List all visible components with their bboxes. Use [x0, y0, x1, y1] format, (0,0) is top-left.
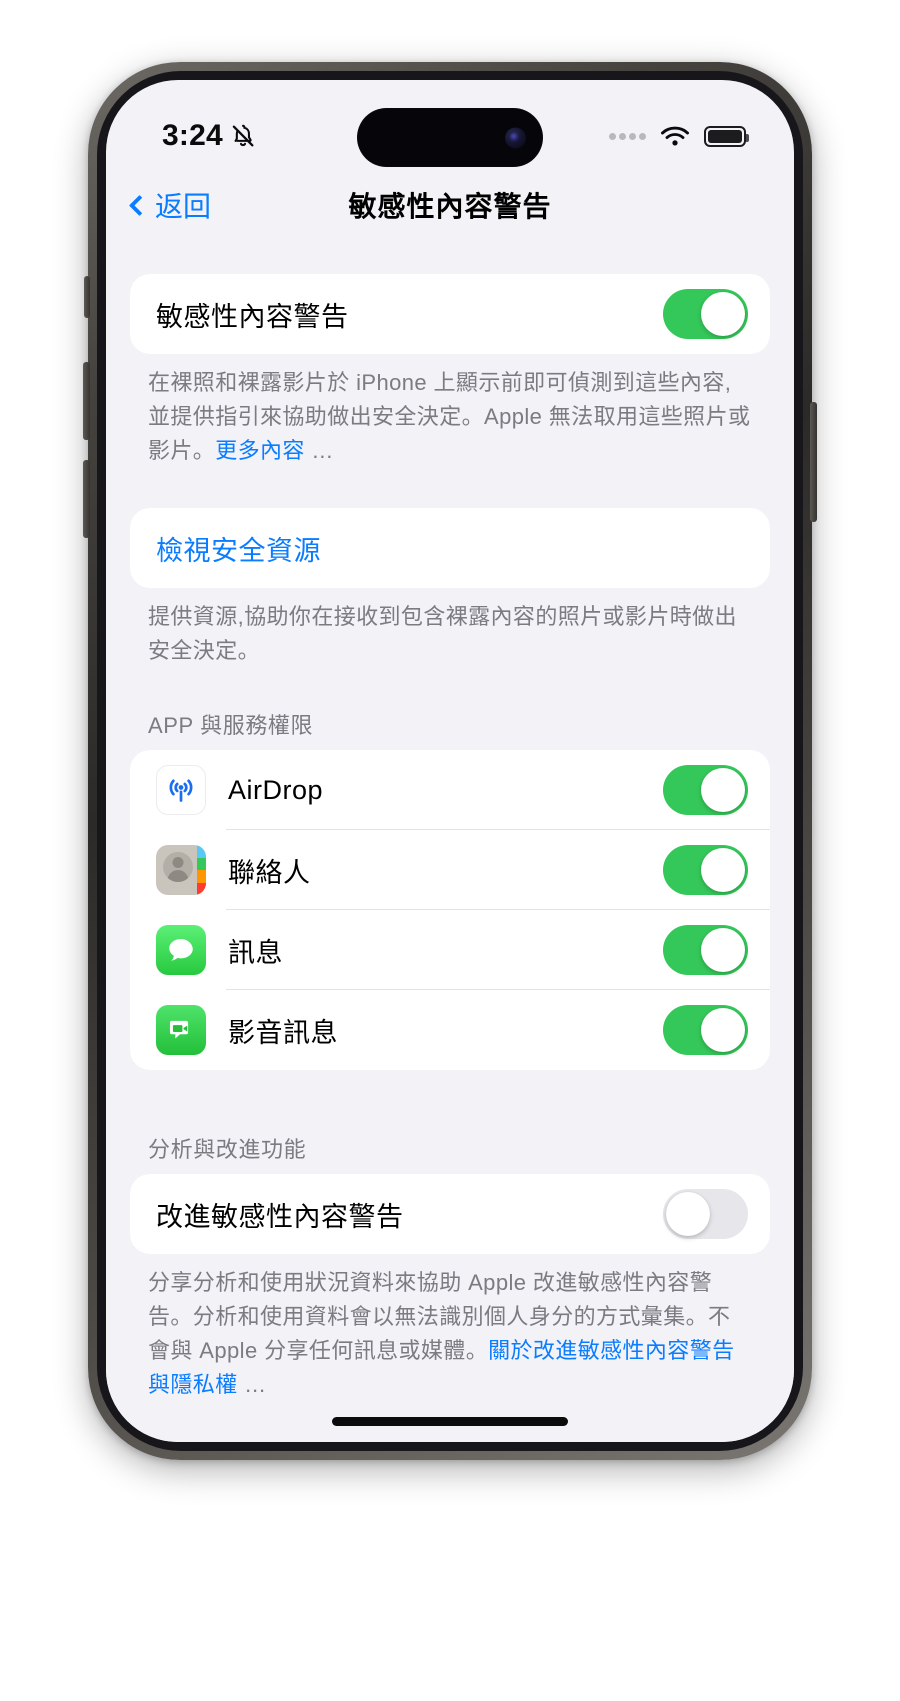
improve-sensitive-content-warning-toggle[interactable] — [663, 1189, 748, 1239]
back-button[interactable]: 返回 — [128, 185, 212, 225]
settings-content: 敏感性內容警告 在裸照和裸露影片於 iPhone 上顯示前即可偵測到這些內容,並… — [106, 238, 794, 1442]
improve-sensitive-content-warning-label: 改進敏感性內容警告 — [156, 1201, 404, 1232]
permission-toggle-contacts[interactable] — [663, 845, 748, 895]
safety-resources-footer: 提供資源,協助你在接收到包含裸露內容的照片或影片時做出安全決定。 — [148, 604, 737, 663]
screenshot-stage: 3:24 返回 敏感性內容警告 敏感性內容警告 在裸照和裸露影片於 iPhone… — [0, 0, 900, 1701]
view-safety-resources-label: 檢視安全資源 — [156, 535, 321, 566]
back-button-label: 返回 — [155, 191, 212, 222]
permission-toggle-messages[interactable] — [663, 925, 748, 975]
home-indicator[interactable] — [332, 1417, 568, 1426]
permission-toggle-airdrop[interactable] — [663, 765, 748, 815]
chevron-left-icon — [128, 194, 151, 216]
permission-toggle-audio-message[interactable] — [663, 1005, 748, 1055]
silent-switch-button[interactable] — [84, 276, 90, 318]
power-button[interactable] — [810, 402, 817, 522]
analytics-footer: 分享分析和使用狀況資料來協助 Apple 改進敏感性內容警告。分析和使用資料會以… — [130, 1254, 770, 1402]
app-permissions-card: AirDrop 聯絡人 訊息 影音訊息 — [130, 750, 770, 1070]
app-permissions-header: APP 與服務權限 — [148, 713, 314, 738]
navigation-bar: 返回 敏感性內容警告 — [106, 172, 794, 238]
permission-row-airdrop[interactable]: AirDrop — [130, 750, 770, 830]
permission-row-contacts[interactable]: 聯絡人 — [130, 830, 770, 910]
volume-up-button[interactable] — [83, 362, 90, 440]
signal-dots-icon — [609, 132, 646, 140]
status-bar-left: 3:24 — [162, 119, 256, 153]
dynamic-island — [357, 108, 543, 167]
analytics-footer-ellipsis: … — [237, 1372, 267, 1397]
view-safety-resources-row[interactable]: 檢視安全資源 — [130, 508, 770, 588]
airdrop-icon — [156, 765, 206, 815]
permission-row-messages[interactable]: 訊息 — [130, 910, 770, 990]
status-bar-time: 3:24 — [162, 119, 223, 152]
phone-screen: 3:24 返回 敏感性內容警告 敏感性內容警告 在裸照和裸露影片於 iPhone… — [106, 80, 794, 1442]
permission-label-contacts: 聯絡人 — [228, 857, 311, 888]
messages-icon — [156, 925, 206, 975]
sensitive-content-warning-toggle[interactable] — [663, 289, 748, 339]
front-camera-icon — [505, 127, 526, 148]
permission-row-audio-message[interactable]: 影音訊息 — [130, 990, 770, 1070]
volume-down-button[interactable] — [83, 460, 90, 538]
battery-icon — [704, 125, 749, 147]
iphone-device-frame: 3:24 返回 敏感性內容警告 敏感性內容警告 在裸照和裸露影片於 iPhone… — [83, 62, 817, 1460]
sensitive-content-warning-card: 敏感性內容警告 — [130, 274, 770, 354]
wifi-icon — [661, 126, 689, 146]
safety-resources-card: 檢視安全資源 — [130, 508, 770, 588]
bell-slash-icon — [232, 124, 254, 147]
permission-label-messages: 訊息 — [228, 937, 283, 968]
audio-message-icon — [156, 1005, 206, 1055]
sensitive-content-warning-footer: 在裸照和裸露影片於 iPhone 上顯示前即可偵測到這些內容,並提供指引來協助做… — [130, 354, 770, 468]
permission-label-audio-message: 影音訊息 — [228, 1017, 338, 1048]
sensitive-content-warning-label: 敏感性內容警告 — [156, 301, 349, 332]
permission-label-airdrop: AirDrop — [228, 774, 324, 805]
sensitive-content-warning-row[interactable]: 敏感性內容警告 — [130, 274, 770, 354]
status-bar-right — [609, 124, 749, 148]
contacts-icon — [156, 845, 206, 895]
more-content-link[interactable]: 更多內容 — [215, 438, 305, 463]
analytics-card: 改進敏感性內容警告 — [130, 1174, 770, 1254]
footer-ellipsis: … — [304, 438, 334, 463]
improve-sensitive-content-warning-row[interactable]: 改進敏感性內容警告 — [130, 1174, 770, 1254]
analytics-header: 分析與改進功能 — [148, 1137, 307, 1162]
